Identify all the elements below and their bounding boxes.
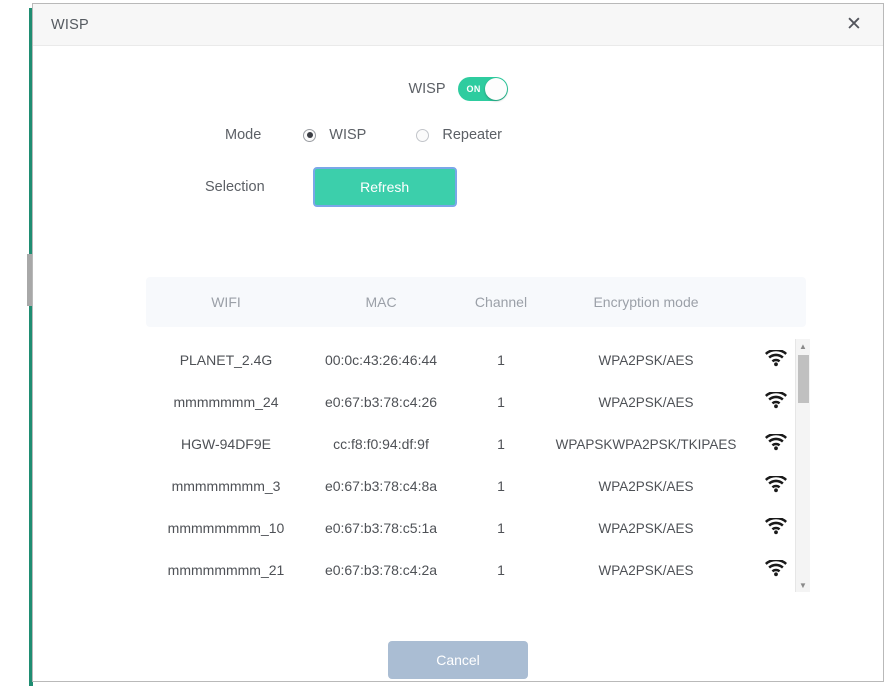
table-header-row: WIFI MAC Channel Encryption mode [146,277,806,327]
cell-wifi: mmmmmmmm_3 [171,478,281,494]
radio-option-wisp[interactable]: WISP [303,127,366,143]
cell-channel: 1 [497,352,505,368]
table-row[interactable]: mmmmmmmm_21 e0:67:b3:78:c4:2a 1 WPA2PSK/… [146,549,806,591]
table-body: PLANET_2.4G 00:0c:43:26:46:44 1 WPA2PSK/… [146,339,806,591]
mode-label: Mode [225,127,262,143]
cell-mac: 00:0c:43:26:46:44 [324,352,438,368]
cell-mac: e0:67:b3:78:c4:8a [324,478,438,494]
radio-label-wisp: WISP [329,127,367,143]
table-row[interactable]: HGW-94DF9E cc:f8:f0:94:df:9f 1 WPAPSKWPA… [146,423,806,465]
wifi-list-table: WIFI MAC Channel Encryption mode PLANET_… [146,277,810,592]
cell-channel: 1 [497,436,505,452]
cell-wifi: mmmmmmm_24 [173,394,279,410]
selection-label: Selection [205,179,265,195]
cell-wifi: PLANET_2.4G [179,352,273,368]
radio-label-repeater: Repeater [442,127,502,143]
column-header-channel: Channel [474,294,528,310]
cell-encryption: WPA2PSK/AES [598,562,694,578]
dialog-header: WISP ✕ [33,4,883,46]
cell-channel: 1 [497,562,505,578]
wisp-toggle-state: ON [466,84,481,94]
scrollbar-thumb[interactable] [798,355,809,403]
scroll-up-icon[interactable]: ▲ [796,339,810,353]
close-icon[interactable]: ✕ [841,12,867,38]
radio-dot-icon [416,128,430,142]
refresh-button[interactable]: Refresh [312,167,457,207]
cell-mac: e0:67:b3:78:c5:1a [324,520,438,536]
wisp-toggle-knob [484,78,507,100]
cell-wifi: HGW-94DF9E [181,436,271,452]
cell-wifi: mmmmmmmm_10 [167,520,285,536]
radio-dot-icon [303,128,317,142]
column-header-mac: MAC [365,294,397,310]
cell-channel: 1 [497,478,505,494]
cell-encryption: WPA2PSK/AES [598,394,694,410]
column-header-encryption: Encryption mode [593,294,699,310]
table-row[interactable]: mmmmmmm_24 e0:67:b3:78:c4:26 1 WPA2PSK/A… [146,381,806,423]
table-scrollbar[interactable]: ▲ ▼ [795,339,810,592]
selection-row: Selection Refresh [33,167,883,207]
dialog-footer: Cancel [33,641,883,679]
cell-encryption: WPAPSKWPA2PSK/TKIPAES [555,436,737,452]
scroll-down-icon[interactable]: ▼ [796,578,810,592]
table-row[interactable]: mmmmmmmm_10 e0:67:b3:78:c5:1a 1 WPA2PSK/… [146,507,806,549]
dialog-title: WISP [51,16,89,33]
dialog-body: WISP ON Mode WISP Repeater Selection Ref… [33,46,883,681]
table-row[interactable]: mmmmmmmm_3 e0:67:b3:78:c4:8a 1 WPA2PSK/A… [146,465,806,507]
cell-channel: 1 [497,394,505,410]
cell-mac: e0:67:b3:78:c4:26 [324,394,438,410]
cell-mac: cc:f8:f0:94:df:9f [333,436,429,452]
cell-encryption: WPA2PSK/AES [598,478,694,494]
wisp-toggle-switch[interactable]: ON [457,77,508,101]
cell-channel: 1 [497,520,505,536]
column-header-wifi: WIFI [211,294,241,310]
mode-radio-group: WISP Repeater [303,127,502,143]
cancel-button[interactable]: Cancel [388,641,528,679]
table-row[interactable]: PLANET_2.4G 00:0c:43:26:46:44 1 WPA2PSK/… [146,339,806,381]
radio-option-repeater[interactable]: Repeater [416,127,502,143]
wisp-toggle-row: WISP ON [33,46,883,101]
wisp-dialog: WISP ✕ WISP ON Mode WISP Repeater Select… [32,3,884,682]
mode-row: Mode WISP Repeater [33,127,883,143]
cell-encryption: WPA2PSK/AES [598,352,694,368]
cell-mac: e0:67:b3:78:c4:2a [324,562,438,578]
wisp-toggle-label: WISP [408,81,446,97]
cell-encryption: WPA2PSK/AES [598,520,694,536]
cell-wifi: mmmmmmmm_21 [167,562,285,578]
